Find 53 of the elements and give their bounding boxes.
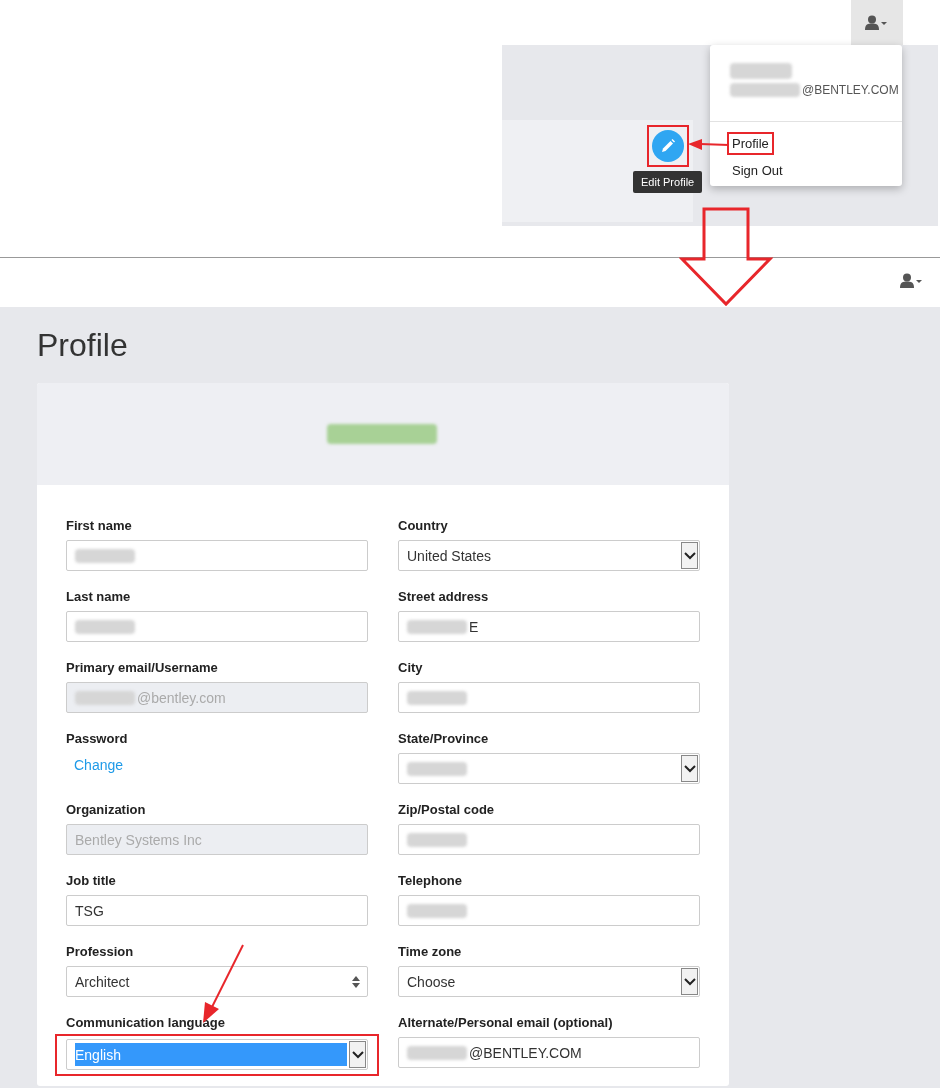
dropdown-field[interactable]: Architect xyxy=(66,966,368,997)
input-field[interactable]: @BENTLEY.COM xyxy=(398,1037,700,1068)
dropdown-field[interactable]: United States xyxy=(398,540,700,571)
input-field[interactable] xyxy=(398,824,700,855)
input-field[interactable] xyxy=(66,540,368,571)
dropdown-field[interactable] xyxy=(398,753,700,784)
edit-button[interactable] xyxy=(646,125,689,167)
field-label: First name xyxy=(66,518,133,534)
input-field[interactable] xyxy=(398,682,700,713)
page-title: Profile xyxy=(37,326,129,363)
menu-item[interactable]: Profile xyxy=(727,132,774,155)
tooltip: Edit Profile xyxy=(633,171,703,193)
field-value: @BENTLEY.COM xyxy=(469,1044,582,1061)
annotation-arrow xyxy=(688,139,730,151)
field-value: English xyxy=(75,1046,121,1063)
menu-item[interactable]: Sign Out xyxy=(727,159,788,182)
field-label: Alternate/Personal email (optional) xyxy=(398,1015,614,1031)
spinner-icon xyxy=(349,974,363,989)
field-value: United States xyxy=(407,547,492,564)
field-label: Street address xyxy=(398,589,490,605)
input-field[interactable]: E xyxy=(398,611,700,642)
field-label: Country xyxy=(398,518,449,534)
field-value: TSG xyxy=(75,902,104,919)
chevron-down-icon xyxy=(681,542,698,569)
pencil-icon xyxy=(660,139,675,153)
field-label: Primary email/Username xyxy=(66,660,219,676)
field-value: Architect xyxy=(75,973,130,990)
input-field[interactable] xyxy=(398,895,700,926)
field-value: Bentley Systems Inc xyxy=(75,831,202,848)
dropdown-field[interactable]: Choose xyxy=(398,966,700,997)
field-label: Last name xyxy=(66,589,132,605)
field-value: E xyxy=(469,618,479,635)
field-label: Zip/Postal code xyxy=(398,802,496,818)
field-label: Communication language xyxy=(66,1015,226,1031)
user-icon xyxy=(865,14,889,31)
chevron-down-icon xyxy=(681,755,698,782)
field-label: City xyxy=(398,660,424,676)
user-menu-button[interactable] xyxy=(851,0,903,45)
chevron-down-icon xyxy=(349,1041,366,1068)
field-label: Telephone xyxy=(398,873,464,889)
input-field[interactable]: TSG xyxy=(66,895,368,926)
field-value: @bentley.com xyxy=(137,689,226,706)
field-label: Profession xyxy=(66,944,135,960)
field-label: State/Province xyxy=(398,731,490,747)
field-label: Organization xyxy=(66,802,147,818)
field-value: Choose xyxy=(407,973,456,990)
user-email: @BENTLEY.COM xyxy=(802,83,899,97)
field-label: Password xyxy=(66,731,129,747)
input-field[interactable] xyxy=(66,611,368,642)
field-label: Job title xyxy=(66,873,117,889)
field-label: Time zone xyxy=(398,944,463,960)
chevron-down-icon xyxy=(681,968,698,995)
user-menu-icon[interactable] xyxy=(900,272,924,289)
